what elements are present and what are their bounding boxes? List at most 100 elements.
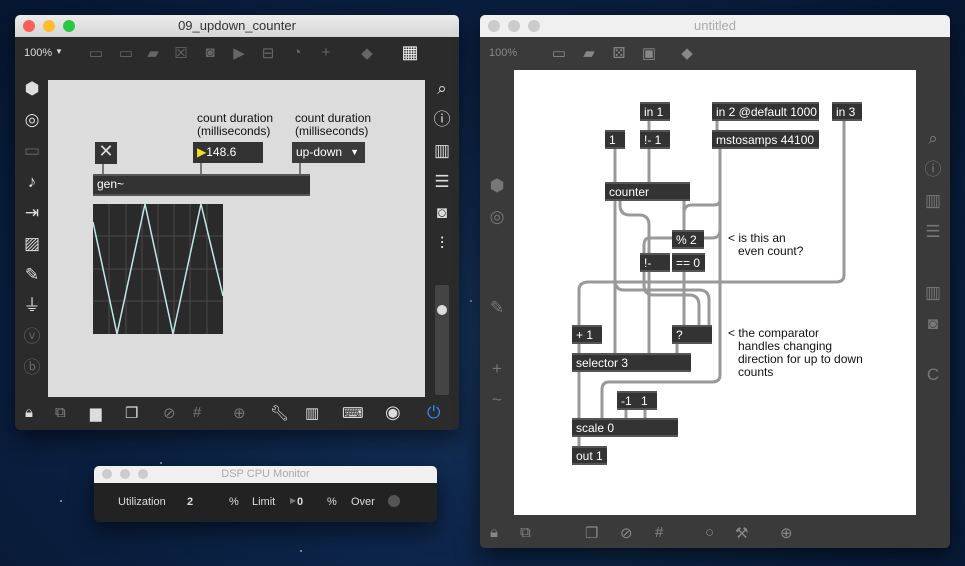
clip-icon[interactable]: ✎ [15,259,49,290]
object-neg-1[interactable]: -1 [617,391,637,410]
dice-icon[interactable]: ⚄ [608,44,630,62]
close-button[interactable] [102,469,112,479]
plus-icon[interactable]: + [480,353,514,384]
object-comparator[interactable]: ? [672,325,712,344]
object-plus-1[interactable]: + 1 [572,325,602,344]
object-in-2[interactable]: in 2 @default 1000 [712,102,819,121]
wrench-icon[interactable]: 🔧︎ [270,404,289,422]
dial-icon[interactable]: ◔ [286,44,308,61]
c-icon[interactable]: C [916,359,950,390]
object-scale[interactable]: scale 0 [572,418,678,437]
comment-icon[interactable]: ▰ [142,44,164,62]
object-pos-1[interactable]: 1 [637,391,657,410]
slider-icon[interactable]: ⊟ [257,44,279,62]
edit-icon[interactable]: ⧉ [520,524,531,541]
toggle[interactable]: ✕ [95,142,117,164]
presentation-icon[interactable]: ▭ [548,44,570,62]
note-icon[interactable]: ♪ [15,166,49,197]
keyboard-icon[interactable]: ⌨ [342,404,364,422]
paint-bucket-icon[interactable]: ◆ [356,44,378,62]
cube-icon[interactable]: ⬢ [15,73,49,104]
list-icon[interactable]: ☰ [916,216,950,247]
plus-icon[interactable]: + [315,44,337,61]
close-button[interactable] [23,20,35,32]
dsp-play-icon[interactable]: ◉ [385,402,401,423]
tilde-icon[interactable]: ~ [480,384,514,415]
zoom-select[interactable]: 100% [489,47,517,59]
minimize-button[interactable] [508,20,520,32]
lock-icon[interactable]: 🔒︎ [25,404,33,421]
search-icon[interactable]: ⌕ [916,123,950,154]
clip-icon[interactable]: ✎ [480,292,514,323]
title-bar[interactable]: DSP CPU Monitor [94,466,437,483]
object-rminus-1[interactable]: !- 1 [640,130,670,149]
minimize-button[interactable] [43,20,55,32]
cube-icon[interactable]: ⬢ [480,170,514,201]
plug-icon[interactable]: ⏚ [15,290,49,321]
minimize-button[interactable] [120,469,130,479]
target-icon[interactable]: ◎ [15,104,49,135]
hide-icon[interactable]: ⊘ [163,404,176,422]
keyboard-icon[interactable]: ▭ [15,135,49,166]
windows-icon[interactable]: ❐ [125,404,138,422]
piano-icon[interactable]: ▥ [305,404,319,422]
book-icon[interactable]: ▥ [916,185,950,216]
lock-icon[interactable]: 🔒︎ [490,524,498,541]
patcher-canvas[interactable]: in 1 in 2 @default 1000 in 3 1 !- 1 msto… [514,70,916,515]
paint-bucket-icon[interactable]: ◆ [676,44,698,62]
grid-icon[interactable]: ▦ [399,42,421,63]
code-icon[interactable]: ▣ [638,44,660,62]
v-icon[interactable]: ⓥ [15,321,49,352]
umenu[interactable]: up-down ▼ [292,142,365,163]
object-mod-2[interactable]: % 2 [672,230,704,249]
camera-icon[interactable]: ◙ [916,308,950,339]
object-rminus[interactable]: !- [640,253,670,272]
grid-icon[interactable]: # [193,404,201,421]
windows-icon[interactable]: ❐ [585,524,598,542]
camera-icon[interactable]: ◙ [425,197,459,228]
image-icon[interactable]: ▨ [15,228,49,259]
zoom-select[interactable]: 100% [24,47,52,59]
list-icon[interactable]: ☰ [425,166,459,197]
number-box[interactable]: ▶148.6 [193,142,263,163]
info-icon[interactable]: ⓘ [916,154,950,185]
presentation-icon[interactable]: ▭ [85,44,107,62]
zoom-button[interactable] [528,20,540,32]
add-icon[interactable]: ⊕ [780,524,793,542]
info-icon[interactable]: ⓘ [425,104,459,135]
presentation-icon[interactable]: ▆ [90,404,102,422]
object-in-1[interactable]: in 1 [640,102,670,121]
step-icon[interactable]: ⇥ [15,197,49,228]
search-icon[interactable]: ⌕ [425,73,459,104]
play-icon[interactable]: ▶ [228,44,250,62]
object-1[interactable]: 1 [605,130,625,149]
zoom-button[interactable] [63,20,75,32]
object-eq-0[interactable]: == 0 [672,253,705,272]
add-icon[interactable]: ⊕ [233,404,246,422]
chevron-down-icon[interactable]: ▼ [55,47,63,56]
level-meter[interactable] [435,285,449,395]
mixer-icon[interactable]: ⫶ [425,228,459,259]
patcher-canvas[interactable]: ✕ count duration (milliseconds) count du… [48,80,425,397]
message-icon[interactable]: ▭ [115,44,137,62]
title-bar[interactable]: 09_updown_counter [15,15,459,37]
grid-icon[interactable]: # [655,524,663,541]
gen-object[interactable]: gen~ [93,174,310,196]
object-in-3[interactable]: in 3 [832,102,862,121]
title-bar[interactable]: untitled [480,15,950,37]
object-out-1[interactable]: out 1 [572,446,607,465]
button-icon[interactable]: ◙ [199,44,221,61]
comment-icon[interactable]: ▰ [578,44,600,62]
zoom-button[interactable] [138,469,148,479]
book-icon-2[interactable]: ▥ [916,277,950,308]
circle-icon[interactable]: ○ [705,524,714,541]
limit-value[interactable]: 0 [297,496,303,508]
b-icon[interactable]: ⓑ [15,352,49,383]
object-mstosamps[interactable]: mstosamps 44100 [712,130,819,149]
hammer-icon[interactable]: ⚒ [735,524,748,542]
hide-icon[interactable]: ⊘ [620,524,633,542]
object-selector[interactable]: selector 3 [572,353,691,372]
close-button[interactable] [488,20,500,32]
object-counter[interactable]: counter [605,182,690,201]
target-icon[interactable]: ◎ [480,201,514,232]
